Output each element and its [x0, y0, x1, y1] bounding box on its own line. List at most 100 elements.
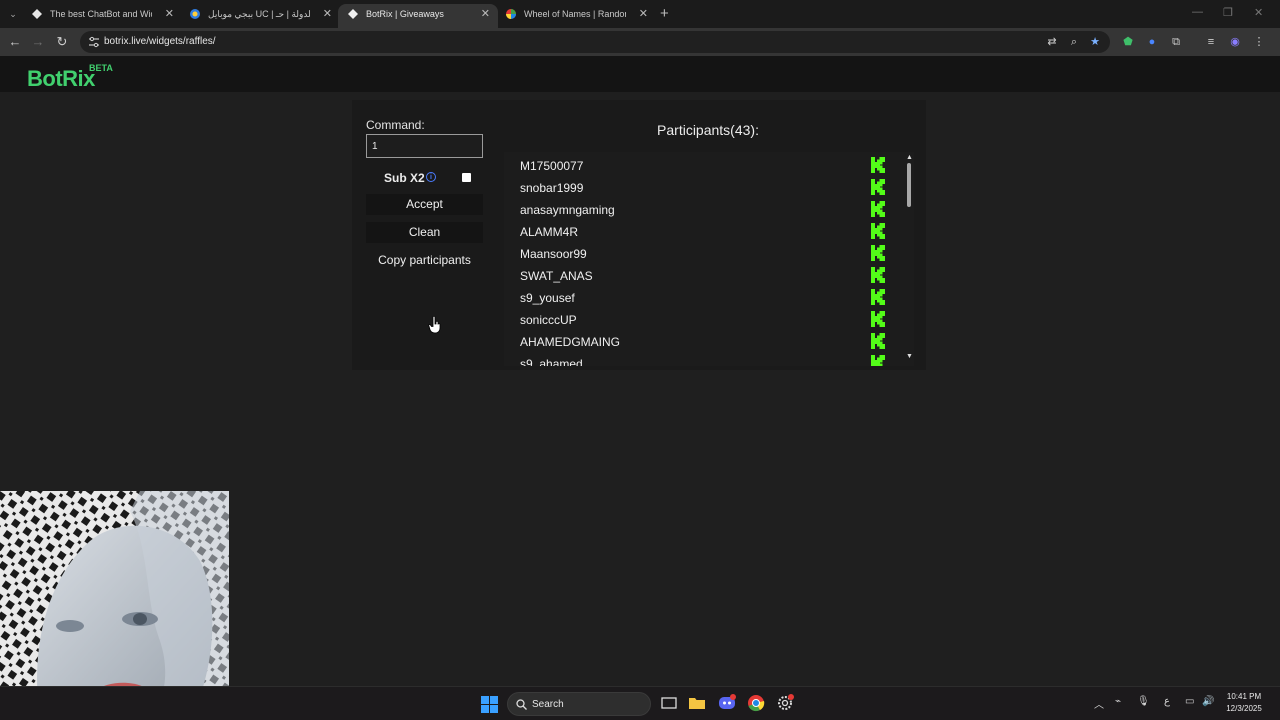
extensions-puzzle-icon[interactable]: ⧉ [1168, 34, 1184, 50]
tab-search-chevron-icon[interactable]: ⌄ [6, 7, 20, 21]
restore-icon[interactable]: ❐ [1223, 6, 1233, 19]
participant-row: anasaymngaming [504, 201, 904, 223]
participant-row: Maansoor99 [504, 245, 904, 267]
participant-row: M17500077 [504, 157, 904, 179]
clock-time: 10:41 PM [1226, 692, 1262, 701]
wheel-favicon-icon [506, 9, 516, 19]
kick-icon [871, 179, 885, 195]
scroll-up-arrow-icon[interactable]: ▲ [906, 154, 913, 161]
botrix-favicon-icon [32, 9, 42, 19]
beta-badge: BETA [89, 63, 113, 73]
participant-name: SWAT_ANAS [520, 269, 593, 283]
tray-overflow-chevron-icon[interactable]: ︿ [1094, 696, 1104, 711]
tab-wheel-of-names[interactable]: Wheel of Names | Random nam ✕ [496, 4, 656, 28]
tab-close-icon[interactable]: ✕ [639, 4, 648, 24]
menu-kebab-icon[interactable]: ⋮ [1251, 34, 1267, 50]
participant-name: M17500077 [520, 159, 584, 173]
kick-icon [871, 355, 885, 366]
taskbar-search-box[interactable]: Search [507, 692, 651, 716]
tab-close-icon[interactable]: ✕ [165, 4, 174, 24]
volume-icon[interactable]: 🔊 [1202, 696, 1214, 707]
participant-row: SWAT_ANAS [504, 267, 904, 289]
microphone-icon[interactable]: 🎙 [1137, 696, 1150, 707]
site-settings-icon[interactable] [88, 36, 100, 48]
participant-row: ALAMM4R [504, 223, 904, 245]
tab-botrix-giveaways[interactable]: BotRix | Giveaways ✕ [338, 4, 498, 28]
close-window-icon[interactable]: ✕ [1254, 6, 1263, 19]
tab-title: The best ChatBot and Widgets [50, 9, 152, 19]
participant-name: s9_ahamed [520, 357, 583, 366]
participant-name: s9_yousef [520, 291, 575, 305]
forward-arrow-icon[interactable]: → [30, 34, 46, 49]
participant-name: anasaymngaming [520, 203, 615, 217]
clean-button[interactable]: Clean [366, 222, 483, 243]
tab-title: Wheel of Names | Random nam [524, 9, 626, 19]
accept-button[interactable]: Accept [366, 194, 483, 215]
participant-row: AHAMEDGMAING [504, 333, 904, 355]
media-controls-icon[interactable]: ≡ [1203, 34, 1219, 50]
participants-title: Participants(43): [657, 122, 759, 138]
zoom-icon[interactable]: ⌕ [1066, 34, 1082, 50]
participant-name: sonicccUP [520, 313, 577, 327]
back-arrow-icon[interactable]: ← [7, 34, 23, 49]
reload-icon[interactable]: ↻ [54, 34, 70, 50]
tab-pubg-uc[interactable]: ببجي موبايل UC | إسم الدولة | حـ ✕ [180, 4, 340, 28]
settings-gear-icon[interactable] [776, 694, 794, 712]
command-label: Command: [366, 118, 425, 132]
mouse-pointer-hand-icon [428, 316, 441, 334]
sub-x2-checkbox[interactable] [462, 173, 471, 182]
kick-icon [871, 267, 885, 283]
task-view-icon[interactable] [660, 694, 678, 712]
kick-icon [871, 223, 885, 239]
kick-icon [871, 201, 885, 217]
profile-avatar-icon[interactable]: ◉ [1227, 34, 1243, 50]
kick-icon [871, 311, 885, 327]
copy-participants-button[interactable]: Copy participants [366, 250, 483, 271]
participant-row: s9_yousef [504, 289, 904, 311]
botrix-favicon-icon [348, 9, 358, 19]
shield-extension-icon[interactable]: ⬟ [1120, 34, 1136, 50]
sub-x2-label: Sub X2 [384, 171, 425, 185]
botrix-logo[interactable]: BotRix [27, 66, 95, 92]
tab-chatbot[interactable]: The best ChatBot and Widgets ✕ [22, 4, 182, 28]
extension-blue-icon[interactable]: ● [1144, 34, 1160, 50]
search-icon [516, 699, 527, 710]
windows-taskbar: Search ︿ ⌁ 🎙 ع ▭ 🔊 10:41 PM 12/3/2025 [0, 686, 1280, 720]
participant-row: sonicccUP [504, 311, 904, 333]
tab-close-icon[interactable]: ✕ [481, 4, 490, 24]
file-explorer-icon[interactable] [688, 694, 706, 712]
bookmark-star-icon[interactable]: ★ [1087, 34, 1103, 50]
clock-date: 12/3/2025 [1226, 704, 1262, 713]
tab-title: ببجي موبايل UC | إسم الدولة | حـ [208, 9, 310, 19]
participant-name: ALAMM4R [520, 225, 579, 239]
chrome-icon[interactable] [747, 694, 765, 712]
info-icon[interactable]: i [426, 172, 436, 182]
minimize-icon[interactable]: — [1192, 6, 1203, 18]
scrollbar-thumb[interactable] [907, 163, 911, 207]
kick-icon [871, 245, 885, 261]
input-language[interactable]: ع [1164, 696, 1170, 707]
tray-network-icon[interactable]: ⌁ [1115, 696, 1121, 707]
new-tab-plus-icon[interactable]: + [660, 5, 669, 22]
browser-toolbar: ← → ↻ botrix.live/widgets/raffles/ ⇄ ⌕ ★… [0, 28, 1280, 56]
participants-list[interactable]: M17500077 snobar1999 anasaymngaming ALAMM4R… [504, 152, 904, 366]
browser-tabbar: ⌄ The best ChatBot and Widgets ✕ ببجي مو… [0, 0, 1280, 28]
participant-row: snobar1999 [504, 179, 904, 201]
participant-name: snobar1999 [520, 181, 584, 195]
participants-scrollbar[interactable]: ▲ ▼ [904, 152, 914, 366]
kick-icon [871, 333, 885, 349]
windows-start-icon[interactable] [481, 696, 498, 713]
scroll-down-arrow-icon[interactable]: ▼ [906, 353, 913, 360]
kick-icon [871, 289, 885, 305]
display-icon[interactable]: ▭ [1185, 696, 1194, 707]
translate-icon[interactable]: ⇄ [1044, 34, 1060, 50]
system-clock[interactable]: 10:41 PM 12/3/2025 [1220, 691, 1268, 715]
tab-title: BotRix | Giveaways [366, 9, 444, 19]
discord-icon[interactable] [718, 694, 736, 712]
tab-close-icon[interactable]: ✕ [323, 4, 332, 24]
address-bar[interactable]: botrix.live/widgets/raffles/ [80, 31, 1110, 53]
command-input[interactable] [366, 134, 483, 158]
url-text: botrix.live/widgets/raffles/ [104, 36, 216, 47]
participant-name: Maansoor99 [520, 247, 587, 261]
site-header: BotRix BETA [0, 56, 1280, 92]
